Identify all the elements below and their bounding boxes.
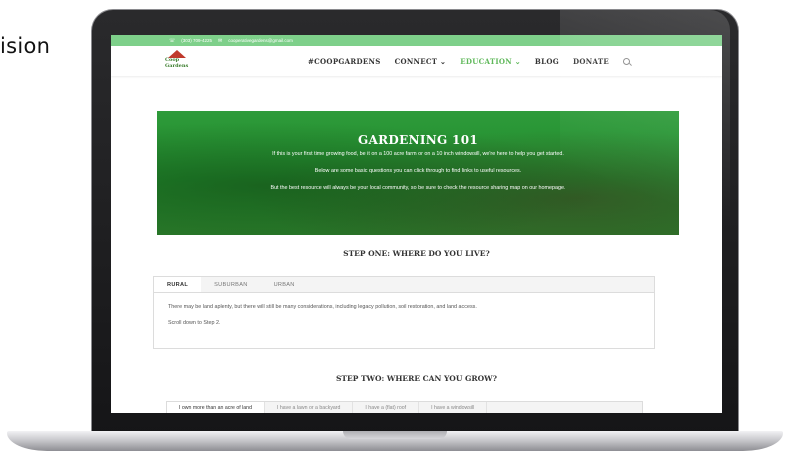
tab-content-text: There may be land aplenty, but there wil… — [168, 304, 477, 310]
hero-line-1: If this is your first time growing food,… — [272, 151, 564, 157]
tab-suburban[interactable]: SUBURBAN — [201, 277, 260, 292]
main-nav: #COOPGARDENS CONNECT ⌄ EDUCATION ⌄ BLOG … — [308, 57, 630, 66]
top-contact-bar: ☏ (303) 709-4225 ✉ cooperativegardens@gm… — [111, 35, 722, 46]
phone-number[interactable]: (303) 709-4225 — [181, 38, 212, 43]
nav-item-donate[interactable]: DONATE — [573, 57, 609, 66]
hero-title: GARDENING 101 — [357, 133, 478, 147]
search-icon[interactable] — [623, 57, 630, 65]
tab-bar: RURAL SUBURBAN URBAN — [154, 277, 654, 293]
tab-own-acre[interactable]: I own more than an acre of land — [167, 402, 265, 413]
laptop-notch — [343, 431, 447, 439]
tab-content: There may be land aplenty, but there wil… — [154, 293, 654, 337]
hero-line-2: Below are some basic questions you can c… — [314, 168, 522, 174]
nav-item-connect[interactable]: CONNECT ⌄ — [395, 57, 447, 66]
logo-wordmark: Coop Gardens — [161, 57, 195, 69]
logo-line-2: Gardens — [165, 62, 189, 69]
hero-line-3: But the best resource will always be you… — [270, 185, 566, 191]
background-caption: ision — [0, 34, 51, 58]
step-one-heading: STEP ONE: WHERE DO YOU LIVE? — [343, 249, 490, 258]
email-address[interactable]: cooperativegardens@gmail.com — [228, 38, 293, 43]
step-one-tabs: RURAL SUBURBAN URBAN There may be land a… — [153, 276, 655, 349]
nav-item-coopgardens[interactable]: #COOPGARDENS — [308, 57, 381, 66]
laptop-screen: ☏ (303) 709-4225 ✉ cooperativegardens@gm… — [111, 35, 722, 413]
tab-urban[interactable]: URBAN — [261, 277, 308, 292]
hero-banner: GARDENING 101 If this is your first time… — [157, 111, 679, 235]
step-two-heading: STEP TWO: WHERE CAN YOU GROW? — [336, 374, 497, 383]
phone-icon: ☏ — [169, 37, 176, 44]
tab-content-note: Scroll down to Step 2. — [168, 320, 221, 326]
step-two-tabs: I own more than an acre of land I have a… — [166, 401, 643, 413]
nav-item-education[interactable]: EDUCATION ⌄ — [460, 57, 521, 66]
site-header: Coop Gardens #COOPGARDENS CONNECT ⌄ EDUC… — [111, 46, 722, 76]
tab-lawn-backyard[interactable]: I have a lawn or a backyard — [265, 402, 354, 413]
tab-flat-roof[interactable]: I have a (flat) roof — [353, 402, 420, 413]
tab-rural[interactable]: RURAL — [154, 277, 202, 292]
nav-item-blog[interactable]: BLOG — [535, 57, 559, 66]
email-icon: ✉ — [218, 37, 223, 44]
site-logo[interactable]: Coop Gardens — [161, 50, 195, 72]
tab-windowsill[interactable]: I have a windowsill — [419, 402, 488, 413]
